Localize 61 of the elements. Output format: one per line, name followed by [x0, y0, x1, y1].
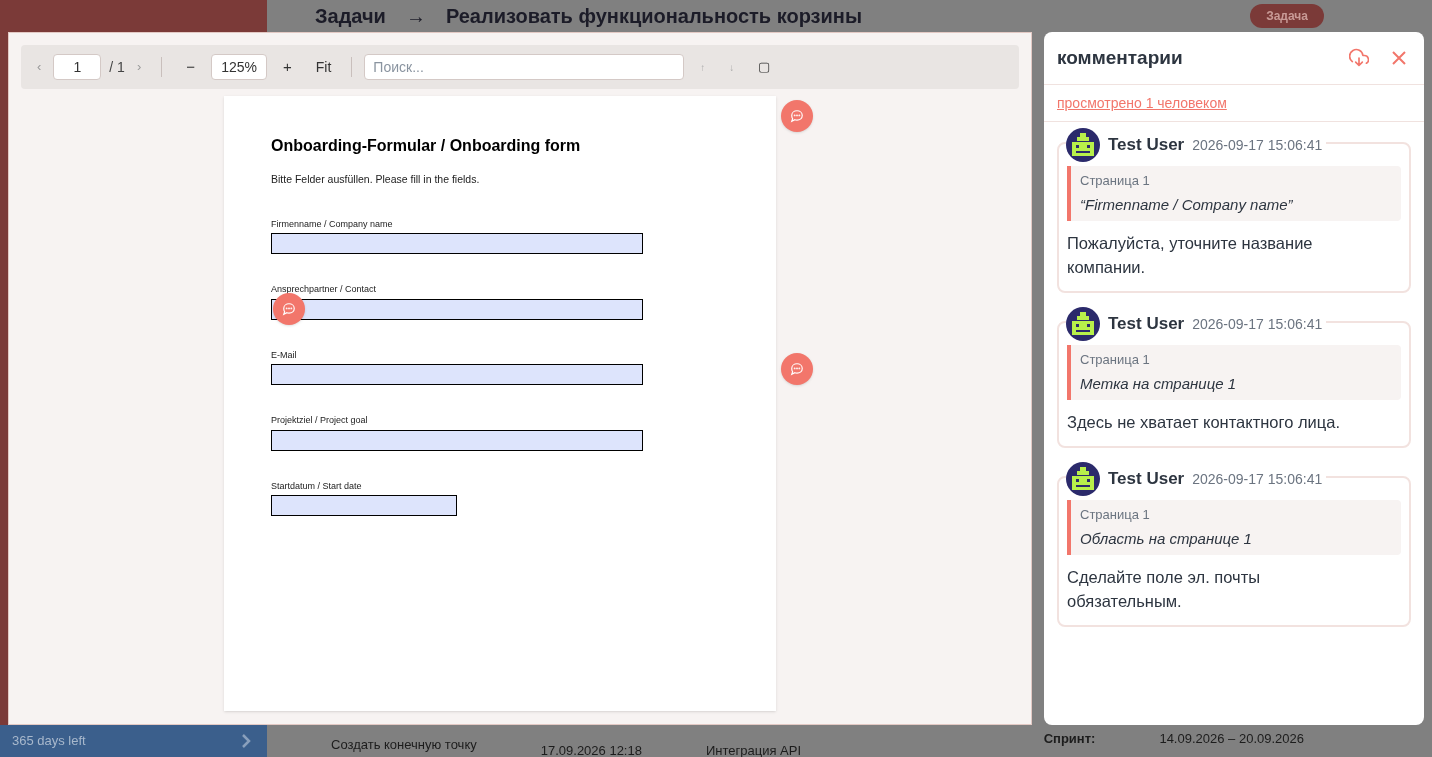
field-label: Firmenname / Company name [271, 217, 394, 231]
form-field[interactable] [271, 364, 643, 386]
cloud-download-icon [1349, 48, 1369, 68]
task-name: Создать конечную точку [331, 736, 477, 754]
area-select-button[interactable]: ▢ [750, 57, 779, 77]
quote-page: Страница 1 [1080, 351, 1151, 369]
robot-avatar-icon [1066, 462, 1100, 496]
new-task-button[interactable]: Задача [1250, 4, 1324, 28]
comment-author: Test User [1108, 313, 1185, 336]
task-date: 17.09.2026 12:18 [540, 742, 642, 757]
chat-bubble-icon [790, 362, 804, 376]
page-total: / 1 [109, 57, 125, 77]
next-page-button[interactable]: › [132, 57, 146, 77]
sprint-label: Спринт: [1043, 730, 1096, 748]
document-title: Onboarding-Formular / Onboarding form [271, 136, 582, 156]
field-label: Projektziel / Project goal [271, 414, 369, 428]
panel-title: комментарии [1057, 45, 1183, 70]
robot-avatar-icon [1066, 307, 1100, 341]
previous-page-button[interactable]: ‹ [33, 57, 46, 77]
robot-avatar-icon [1066, 128, 1100, 162]
form-field[interactable] [271, 429, 643, 451]
sprint-dates: 14.09.2026 – 20.09.2026 [1159, 730, 1304, 748]
close-icon [1391, 50, 1407, 66]
breadcrumb[interactable]: Задачи [315, 4, 386, 28]
task-tag: Интеграция API [705, 741, 802, 757]
plan-note: 365 days left [12, 732, 87, 751]
plan-card[interactable]: 365 days left [0, 725, 267, 757]
task-title: Реализовать функциональность корзины [445, 4, 862, 28]
zoom-in-button[interactable]: + [275, 55, 300, 79]
comment-text: Пожалуйста, уточните название компании. [1067, 233, 1314, 278]
comment-author: Test User [1108, 468, 1185, 491]
comment-pin[interactable] [781, 353, 813, 385]
comment-time: 2026-09-17 15:06:41 [1192, 135, 1323, 155]
comment-time: 2026-09-17 15:06:41 [1192, 469, 1323, 489]
breadcrumb-arrow: → [405, 4, 426, 28]
quote-text: “Firmenname / Company name” [1080, 194, 1294, 215]
form-field[interactable] [271, 495, 457, 517]
document-subtitle: Bitte Felder ausfüllen. Please fill in the fields. [271, 172, 481, 187]
form-field[interactable] [271, 233, 643, 255]
page-number-field[interactable]: 1 [53, 54, 102, 80]
comment-pin[interactable] [781, 100, 813, 132]
quote-page: Страница 1 [1080, 172, 1151, 190]
comment-time: 2026-09-17 15:06:41 [1192, 314, 1323, 334]
chat-bubble-icon [790, 109, 804, 123]
field-label: Startdatum / Start date [271, 479, 363, 493]
comment-text: Сделайте поле эл. почты обязательным. [1067, 567, 1262, 612]
field-label: E-Mail [271, 348, 298, 362]
fit-button[interactable]: Fit [307, 56, 340, 78]
chat-bubble-icon [282, 302, 296, 316]
seen-by-link[interactable]: просмотрено 1 человеком [1057, 92, 1227, 114]
field-label: Ansprechpartner / Contact [271, 283, 378, 297]
quote-page: Страница 1 [1080, 506, 1151, 524]
comment-author: Test User [1108, 134, 1185, 157]
form-field[interactable] [271, 298, 643, 320]
quote-text: Метка на странице 1 [1080, 373, 1238, 394]
zoom-out-button[interactable]: − [178, 55, 204, 79]
search-field[interactable]: Поиск... [364, 54, 685, 80]
chevron-right-icon [241, 733, 251, 749]
quote-text: Область на странице 1 [1080, 528, 1253, 549]
zoom-field[interactable]: 125% [211, 54, 268, 80]
comment-text: Здесь не хватает контактного лица. [1067, 412, 1341, 433]
